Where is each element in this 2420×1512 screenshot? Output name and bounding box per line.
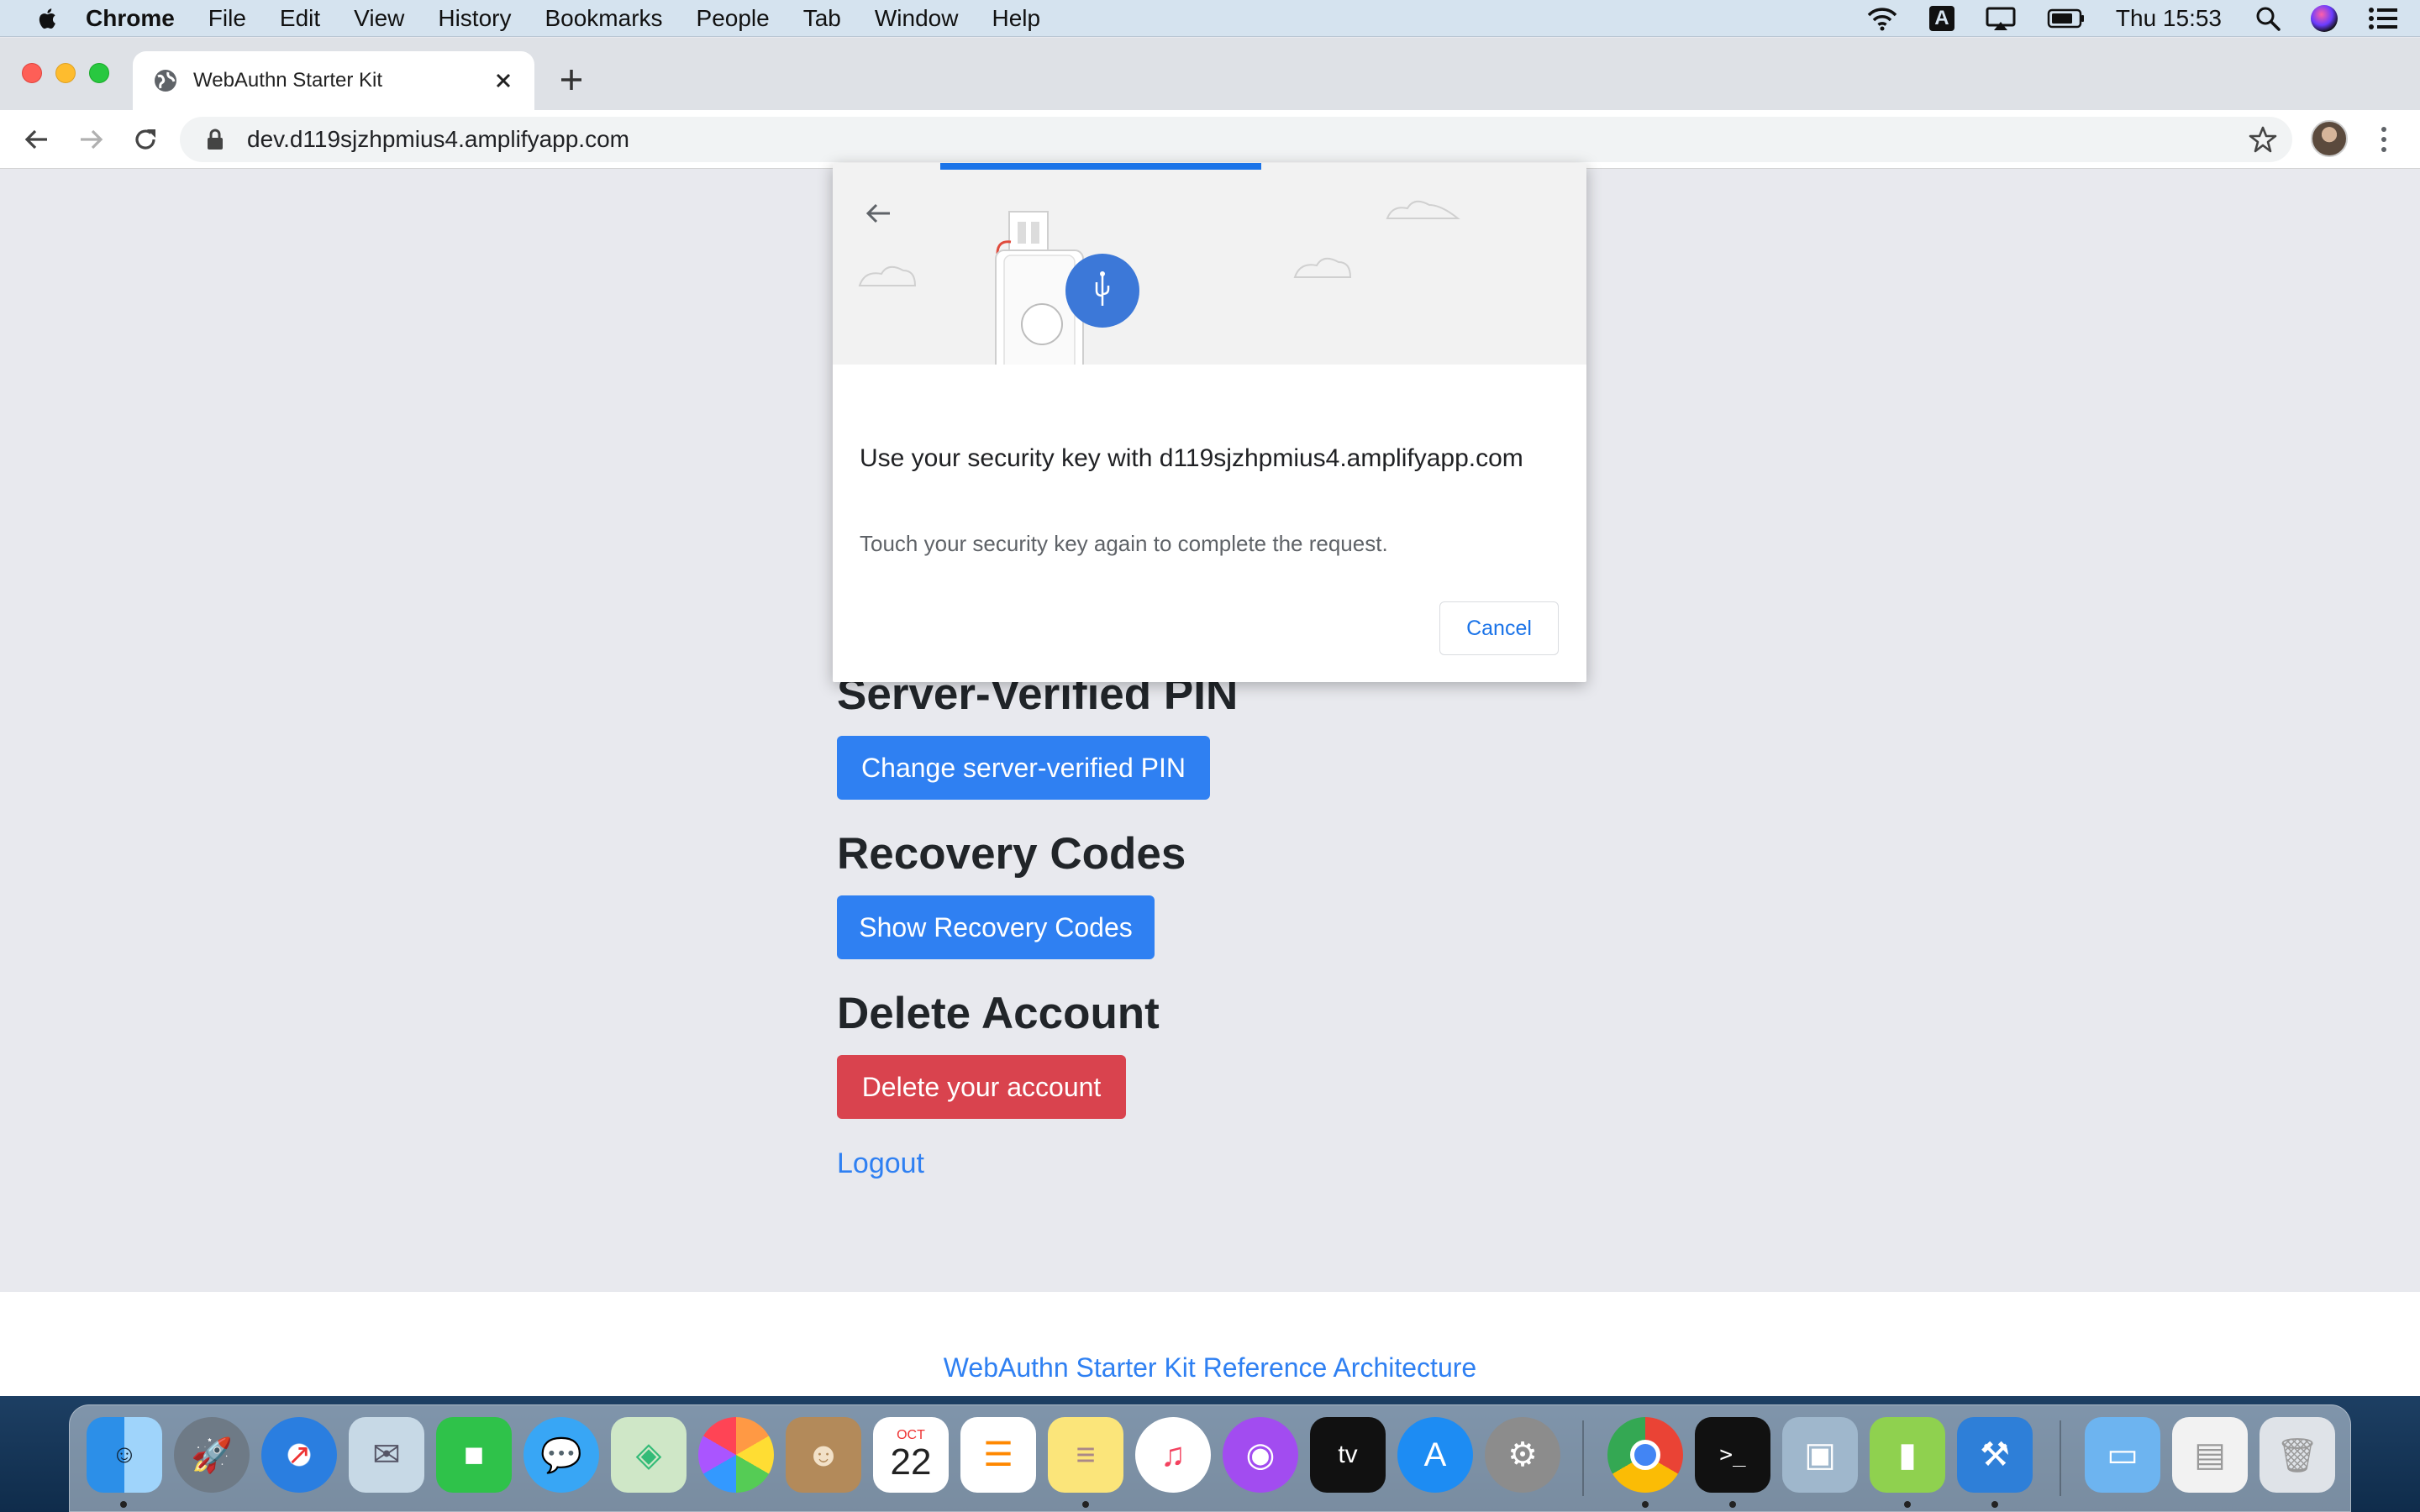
dock-calendar-icon[interactable]: OCT 22 bbox=[873, 1417, 949, 1493]
wifi-icon[interactable] bbox=[1865, 6, 1899, 31]
menu-help[interactable]: Help bbox=[992, 5, 1040, 32]
profile-avatar[interactable] bbox=[2311, 120, 2348, 157]
dock-messages-icon[interactable]: 💬 bbox=[523, 1417, 599, 1493]
menu-history[interactable]: History bbox=[438, 5, 511, 32]
back-arrow-icon bbox=[24, 129, 47, 150]
dialog-progress-bar bbox=[940, 163, 1261, 170]
dock-downloads-folder-icon[interactable]: ▭ bbox=[2085, 1417, 2160, 1493]
dock-tv-icon[interactable]: tv bbox=[1310, 1417, 1386, 1493]
dock-contacts-icon[interactable]: ☻ bbox=[786, 1417, 861, 1493]
plus-icon bbox=[561, 70, 581, 90]
dialog-back-arrow-icon[interactable] bbox=[863, 198, 893, 228]
tab-close-icon[interactable] bbox=[489, 66, 518, 95]
delete-account-button[interactable]: Delete your account bbox=[837, 1055, 1126, 1119]
tab-strip: WebAuthn Starter Kit bbox=[0, 38, 2420, 110]
dock-app-store-icon[interactable]: A bbox=[1397, 1417, 1473, 1493]
spotlight-search-icon[interactable] bbox=[2255, 6, 2281, 31]
dock-reminders-icon[interactable]: ☰ bbox=[960, 1417, 1036, 1493]
dock-maps-icon[interactable]: ◈ bbox=[611, 1417, 687, 1493]
dock-system-preferences-icon[interactable]: ⚙ bbox=[1485, 1417, 1560, 1493]
dock-preview-icon[interactable]: ▣ bbox=[1782, 1417, 1858, 1493]
security-key-illustration bbox=[833, 163, 1586, 396]
dialog-heading: Use your security key with d119sjzhpmius… bbox=[860, 444, 1523, 472]
menu-bookmarks[interactable]: Bookmarks bbox=[544, 5, 662, 32]
reload-icon bbox=[135, 129, 155, 150]
show-recovery-codes-button[interactable]: Show Recovery Codes bbox=[837, 895, 1155, 959]
airplay-icon[interactable] bbox=[1985, 6, 2017, 31]
logout-link[interactable]: Logout bbox=[837, 1147, 924, 1180]
dock-safari-icon[interactable]: ↗ bbox=[261, 1417, 337, 1493]
menu-window[interactable]: Window bbox=[875, 5, 959, 32]
menu-tab[interactable]: Tab bbox=[803, 5, 841, 32]
address-bar[interactable]: dev.d119sjzhpmius4.amplifyapp.com bbox=[180, 117, 2292, 162]
battery-icon[interactable] bbox=[2047, 8, 2086, 29]
dialog-cancel-button[interactable]: Cancel bbox=[1439, 601, 1559, 655]
menu-edit[interactable]: Edit bbox=[280, 5, 320, 32]
browser-toolbar: dev.d119sjzhpmius4.amplifyapp.com bbox=[0, 110, 2420, 169]
apple-menu-icon[interactable] bbox=[35, 6, 57, 31]
dock-music-icon[interactable]: ♫ bbox=[1135, 1417, 1211, 1493]
siri-icon[interactable] bbox=[2311, 5, 2338, 32]
security-key-dialog: Use your security key with d119sjzhpmius… bbox=[833, 163, 1586, 682]
dock-terminal-icon[interactable]: >_ bbox=[1695, 1417, 1770, 1493]
input-source-label: A bbox=[1928, 6, 1954, 31]
dock-facetime-icon[interactable]: ■ bbox=[436, 1417, 512, 1493]
dock-trash-icon[interactable]: 🗑 bbox=[2260, 1417, 2335, 1493]
status-area: A Thu 15:53 bbox=[1865, 0, 2420, 37]
dialog-description: Touch your security key again to complet… bbox=[860, 531, 1388, 556]
tab-webauthn-starter-kit[interactable]: WebAuthn Starter Kit bbox=[133, 51, 534, 110]
menu-app-chrome[interactable]: Chrome bbox=[86, 5, 175, 32]
new-tab-button[interactable] bbox=[555, 63, 588, 97]
dock: ☺ 🚀 ↗ ✉ ■ 💬 ◈ ☻ OCT 22 ☰ ≡ ♫ ◉ tv A ⚙ >_… bbox=[69, 1404, 2351, 1512]
change-pin-button[interactable]: Change server-verified PIN bbox=[837, 736, 1210, 800]
dock-podcasts-icon[interactable]: ◉ bbox=[1223, 1417, 1298, 1493]
tab-title: WebAuthn Starter Kit bbox=[193, 69, 382, 92]
menu-view[interactable]: View bbox=[354, 5, 404, 32]
window-zoom-button[interactable] bbox=[89, 63, 109, 83]
forward-button[interactable] bbox=[74, 122, 109, 157]
lock-icon[interactable] bbox=[205, 128, 225, 151]
dock-documents-stack-icon[interactable]: ▤ bbox=[2172, 1417, 2248, 1493]
usb-key-illustration bbox=[858, 200, 1460, 396]
globe-icon bbox=[155, 70, 176, 92]
section-title-recovery-codes: Recovery Codes bbox=[837, 829, 1186, 879]
menu-people[interactable]: People bbox=[697, 5, 770, 32]
menu-clock[interactable]: Thu 15:53 bbox=[2116, 5, 2222, 32]
chrome-menu-icon[interactable] bbox=[2371, 122, 2396, 157]
dock-photos-icon[interactable] bbox=[698, 1417, 774, 1493]
menu-bar: Chrome File Edit View History Bookmarks … bbox=[0, 0, 2420, 37]
dock-mail-icon[interactable]: ✉ bbox=[349, 1417, 424, 1493]
section-title-delete-account: Delete Account bbox=[837, 989, 1160, 1038]
dock-xcode-icon[interactable]: ⚒ bbox=[1957, 1417, 2033, 1493]
footer-reference-link[interactable]: WebAuthn Starter Kit Reference Architect… bbox=[0, 1352, 2420, 1383]
back-button[interactable] bbox=[18, 122, 54, 157]
input-source-icon[interactable]: A bbox=[1928, 6, 1954, 31]
reload-button[interactable] bbox=[128, 122, 163, 157]
dock-launchpad-icon[interactable]: 🚀 bbox=[174, 1417, 250, 1493]
window-minimize-button[interactable] bbox=[55, 63, 76, 83]
dock-chrome-icon[interactable] bbox=[1607, 1417, 1683, 1493]
dock-archive-utility-icon[interactable]: ▮ bbox=[1870, 1417, 1945, 1493]
dock-finder-icon[interactable]: ☺ bbox=[87, 1417, 162, 1493]
menu-file[interactable]: File bbox=[208, 5, 246, 32]
calendar-day: 22 bbox=[890, 1441, 932, 1483]
forward-arrow-icon bbox=[81, 129, 103, 150]
page-footer: WebAuthn Starter Kit Reference Architect… bbox=[0, 1292, 2420, 1396]
bookmark-star-icon[interactable] bbox=[2249, 125, 2277, 154]
window-close-button[interactable] bbox=[22, 63, 42, 83]
dock-notes-icon[interactable]: ≡ bbox=[1048, 1417, 1123, 1493]
url-text[interactable]: dev.d119sjzhpmius4.amplifyapp.com bbox=[247, 126, 629, 153]
notification-center-icon[interactable] bbox=[2368, 7, 2398, 30]
